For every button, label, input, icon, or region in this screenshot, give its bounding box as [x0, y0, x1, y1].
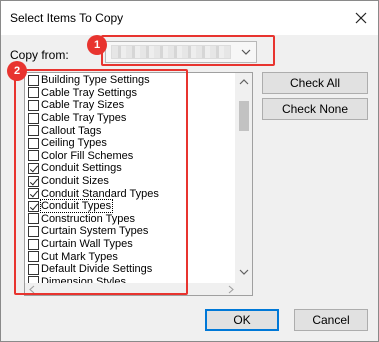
annotation-badge-1: 1 [87, 35, 107, 55]
close-icon [355, 12, 367, 24]
annotation-badge-2: 2 [7, 61, 27, 81]
title-bar: Select Items To Copy [1, 1, 378, 35]
ok-button[interactable]: OK [205, 309, 279, 331]
scroll-down-icon[interactable] [239, 269, 249, 276]
close-button[interactable] [352, 9, 370, 27]
scroll-right-icon[interactable] [228, 285, 235, 294]
dialog-title: Select Items To Copy [10, 11, 124, 25]
check-none-button[interactable]: Check None [262, 98, 368, 120]
copy-from-label: Copy from: [10, 48, 69, 62]
vertical-scrollbar[interactable] [235, 73, 252, 283]
annotation-box-2 [14, 69, 188, 295]
cancel-button[interactable]: Cancel [294, 309, 368, 331]
select-items-dialog: Select Items To Copy Copy from: 1 Buildi… [0, 0, 379, 342]
check-all-button[interactable]: Check All [262, 72, 368, 94]
scroll-up-icon[interactable] [239, 78, 249, 85]
scroll-thumb[interactable] [239, 101, 249, 131]
annotation-box-1 [101, 35, 275, 66]
